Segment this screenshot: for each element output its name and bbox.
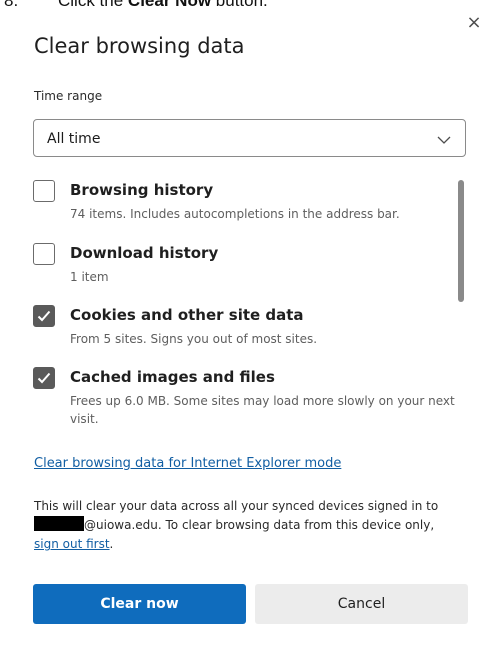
- option-label: Download history: [70, 244, 219, 262]
- instruction-text: 8. Click the Clear Now button.: [0, 0, 489, 11]
- download-history-checkbox[interactable]: [33, 243, 55, 265]
- instruction-button-name: Clear Now: [127, 0, 212, 10]
- time-range-label: Time range: [34, 89, 103, 103]
- option-description: Frees up 6.0 MB. Some sites may load mor…: [70, 394, 455, 426]
- ie-mode-clear-link[interactable]: Clear browsing data for Internet Explore…: [34, 455, 341, 473]
- sync-notice-end: .: [109, 537, 114, 551]
- sync-notice-line2: @uiowa.edu. To clear browsing data from …: [34, 516, 474, 535]
- option-description: 1 item: [70, 270, 109, 284]
- sync-notice: This will clear your data across all you…: [34, 497, 474, 554]
- option-label: Browsing history: [70, 181, 214, 199]
- time-range-value: All time: [47, 131, 101, 147]
- sync-notice-line1: This will clear your data across all you…: [34, 499, 439, 513]
- cached-images-checkbox[interactable]: [33, 367, 55, 389]
- option-label: Cookies and other site data: [70, 306, 304, 324]
- option-label: Cached images and files: [70, 368, 275, 386]
- checkmark-icon: [37, 310, 51, 322]
- dialog-title: Clear browsing data: [34, 34, 245, 58]
- sign-out-first-link[interactable]: sign out first: [34, 537, 110, 551]
- instruction-suffix: button.: [211, 0, 268, 10]
- instruction-step-number: 8.: [4, 0, 19, 10]
- instruction-prefix: Click the: [58, 0, 128, 10]
- time-range-dropdown[interactable]: All time: [33, 119, 466, 157]
- sync-notice-line3: sign out first.: [34, 535, 474, 554]
- checkmark-icon: [37, 372, 51, 384]
- chevron-down-icon: [437, 136, 451, 144]
- sync-notice-email-text: @uiowa.edu. To clear browsing data from …: [84, 518, 435, 532]
- redacted-account-name: [34, 516, 84, 531]
- clear-now-button[interactable]: Clear now: [33, 584, 246, 624]
- instruction-sentence: Click the Clear Now button.: [58, 0, 268, 11]
- list-scrollbar[interactable]: [458, 180, 464, 302]
- browsing-history-checkbox[interactable]: [33, 180, 55, 202]
- option-description: 74 items. Includes autocompletions in th…: [70, 207, 400, 221]
- option-description: From 5 sites. Signs you out of most site…: [70, 332, 318, 346]
- close-icon[interactable]: ×: [462, 11, 486, 35]
- cookies-checkbox[interactable]: [33, 305, 55, 327]
- clear-browsing-data-page: 8. Click the Clear Now button. × Clear b…: [0, 0, 489, 650]
- cancel-button[interactable]: Cancel: [255, 584, 468, 624]
